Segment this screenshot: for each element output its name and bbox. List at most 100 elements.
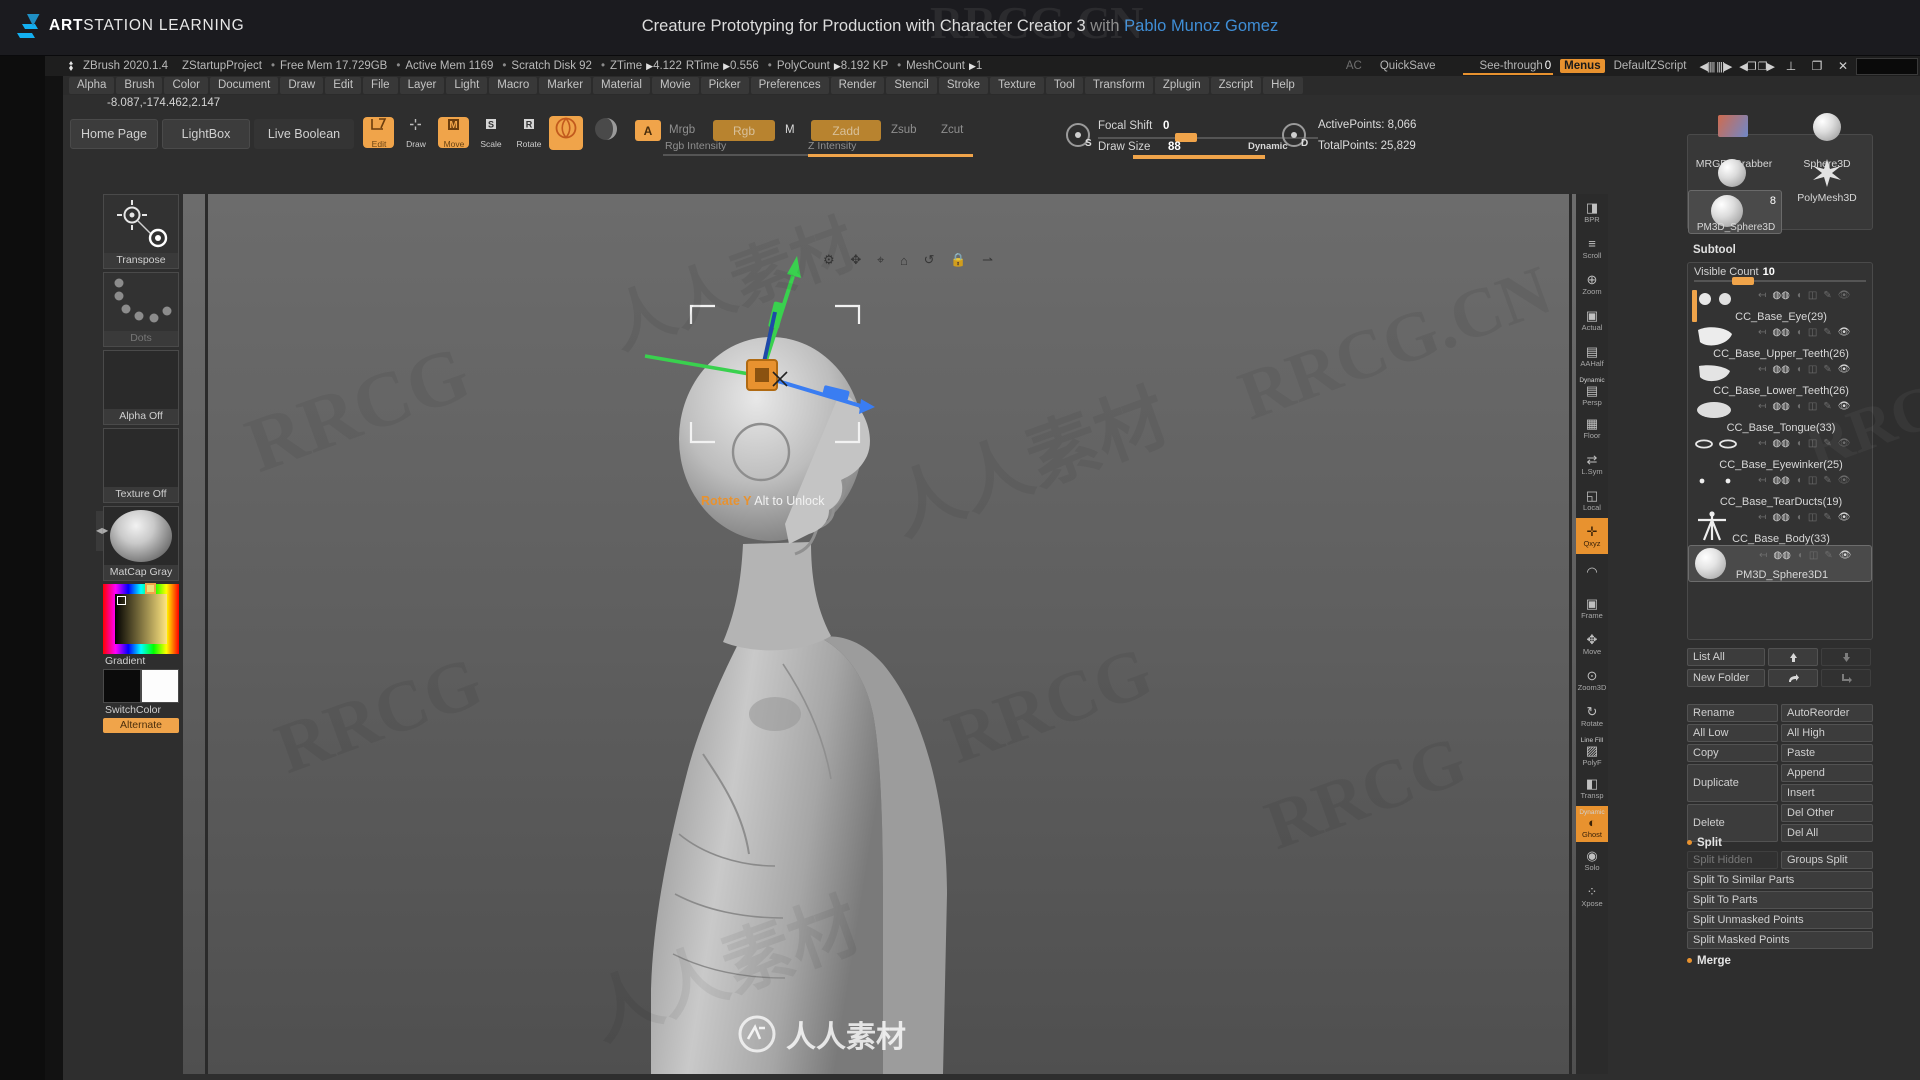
paint-arrow-icon[interactable]: ↤: [1758, 401, 1766, 412]
m-toggle[interactable]: M: [785, 124, 795, 136]
draw-size-value[interactable]: 88: [1168, 141, 1181, 153]
eye-icon[interactable]: 👁: [1838, 438, 1851, 449]
append-button[interactable]: Append: [1781, 764, 1873, 782]
gizmo-options-bar[interactable]: ⚙ ✥ ⌖ ⌂ ↺ 🔒 ⇀: [823, 249, 993, 271]
brush-icon[interactable]: ✎: [1823, 512, 1831, 523]
menu-item-layer[interactable]: Layer: [399, 77, 445, 94]
see-through-slider[interactable]: [1463, 73, 1553, 75]
rename-button[interactable]: Rename: [1687, 704, 1778, 722]
shade-icon[interactable]: ◖: [1796, 290, 1802, 301]
primary-color-swatch[interactable]: [103, 669, 141, 703]
menus-toggle[interactable]: Menus: [1560, 59, 1605, 73]
scroll-left-arrow-icon[interactable]: ◀|||| ||||▶: [1695, 60, 1735, 73]
rail-transp[interactable]: ◧ Transp: [1576, 770, 1608, 806]
rail-snap-icon[interactable]: ◠: [1576, 554, 1608, 590]
rail-persp[interactable]: Dynamic ▤ Persp: [1576, 374, 1608, 410]
polyframe-icon[interactable]: ◫: [1808, 438, 1817, 449]
shade-icon[interactable]: ◖: [1796, 438, 1802, 449]
dynamic-badge[interactable]: Dynamic: [1248, 141, 1288, 152]
menu-item-stroke[interactable]: Stroke: [938, 77, 989, 94]
ac-button[interactable]: AC: [1337, 60, 1371, 72]
see-through-value[interactable]: 0: [1545, 60, 1560, 72]
lock-icon[interactable]: 🔒: [950, 252, 966, 268]
rail-qxyz[interactable]: ✛ Qxyz: [1576, 518, 1608, 554]
all-high-button[interactable]: All High: [1781, 724, 1873, 742]
subtool-row[interactable]: ↤ ◍◍ ◖ ◫ ✎ 👁 CC_Base_Lower_Teeth(26): [1688, 360, 1872, 397]
rail-xpose[interactable]: ⁘ Xpose: [1576, 878, 1608, 914]
eye-icon[interactable]: 👁: [1838, 327, 1851, 338]
shade-icon[interactable]: ◖: [1796, 401, 1802, 412]
palette-collapse-handle[interactable]: ◀▶: [96, 511, 108, 551]
subtool-row[interactable]: ↤ ◍◍ ◖ ◫ ✎ 👁 CC_Base_Eye(29): [1688, 286, 1872, 323]
menu-item-render[interactable]: Render: [830, 77, 885, 94]
shade-icon[interactable]: ◖: [1797, 550, 1803, 561]
menu-item-help[interactable]: Help: [1263, 77, 1303, 94]
lightbox-button[interactable]: LightBox: [162, 119, 250, 149]
menu-item-document[interactable]: Document: [209, 77, 279, 94]
viewport-canvas[interactable]: ⚙ ✥ ⌖ ⌂ ↺ 🔒 ⇀ Rotate Y Alt to Unlock RRC…: [183, 194, 1576, 1074]
split-unmasked-points-button[interactable]: Split Unmasked Points: [1687, 911, 1873, 929]
paint-arrow-icon[interactable]: ↤: [1758, 475, 1766, 486]
rail-ghost[interactable]: Dynamic ◐ Ghost: [1576, 806, 1608, 842]
rail-zoom[interactable]: ⊕ Zoom: [1576, 266, 1608, 302]
menu-item-transform[interactable]: Transform: [1084, 77, 1153, 94]
palette-cell-material[interactable]: MatCap Gray: [103, 506, 179, 581]
paint-arrow-icon[interactable]: ↤: [1758, 290, 1766, 301]
move-down-button[interactable]: [1821, 648, 1871, 666]
home-page-button[interactable]: Home Page: [70, 119, 158, 149]
minimize-icon[interactable]: ⊥: [1778, 59, 1804, 73]
subtool-row[interactable]: ↤ ◍◍ ◖ ◫ ✎ 👁 CC_Base_Tongue(33): [1688, 397, 1872, 434]
paint-arrow-icon[interactable]: ↤: [1758, 438, 1766, 449]
autoreorder-button[interactable]: AutoReorder: [1781, 704, 1873, 722]
palette-cell-alpha[interactable]: Alpha Off: [103, 350, 179, 425]
split-section-header[interactable]: Split: [1687, 834, 1873, 851]
del-other-button[interactable]: Del Other: [1781, 804, 1873, 822]
rgb-intensity-slider[interactable]: [663, 154, 808, 156]
rail-bpr[interactable]: ◨ BPR: [1576, 194, 1608, 230]
z-intensity-slider[interactable]: [808, 154, 973, 157]
groups-split-button[interactable]: Groups Split: [1781, 851, 1873, 869]
list-all-button[interactable]: List All: [1687, 648, 1765, 666]
eye-icon[interactable]: 👁: [1838, 401, 1851, 412]
rail-actual[interactable]: ▣ Actual: [1576, 302, 1608, 338]
menu-item-picker[interactable]: Picker: [700, 77, 749, 94]
menu-item-draw[interactable]: Draw: [280, 77, 324, 94]
subtool-row[interactable]: ↤ ◍◍ ◖ ◫ ✎ 👁 CC_Base_Body(33): [1688, 508, 1872, 545]
zcut-toggle[interactable]: Zcut: [941, 124, 963, 136]
palette-cell-transpose[interactable]: Transpose: [103, 194, 179, 269]
color-wheel-icon[interactable]: [103, 583, 179, 654]
all-low-button[interactable]: All Low: [1687, 724, 1778, 742]
menu-item-file[interactable]: File: [363, 77, 398, 94]
menu-item-stencil[interactable]: Stencil: [886, 77, 937, 94]
brush-icon[interactable]: ✎: [1823, 438, 1831, 449]
palette-cell-stroke[interactable]: Dots: [103, 272, 179, 347]
polyframe-icon[interactable]: ◫: [1809, 550, 1818, 561]
eye-icon[interactable]: 👁: [1838, 512, 1851, 523]
rail-scroll[interactable]: ≡ Scroll: [1576, 230, 1608, 266]
brush-icon[interactable]: ✎: [1823, 327, 1831, 338]
menu-item-light[interactable]: Light: [446, 77, 488, 94]
menu-item-macro[interactable]: Macro: [489, 77, 538, 94]
color-swatches[interactable]: [103, 669, 179, 703]
visible-count-value[interactable]: 10: [1759, 266, 1775, 278]
tool-cell-polymesh3d[interactable]: PolyMesh3D: [1781, 157, 1873, 204]
paint-arrow-icon[interactable]: ↤: [1758, 364, 1766, 375]
live-boolean-button[interactable]: Live Boolean: [254, 119, 354, 149]
rail-aahalf[interactable]: ▤ AAHalf: [1576, 338, 1608, 374]
alpha-channel-toggle[interactable]: A: [635, 120, 661, 141]
menu-item-movie[interactable]: Movie: [651, 77, 699, 94]
split-hidden-button[interactable]: Split Hidden: [1687, 851, 1778, 869]
eye-icon[interactable]: 👁: [1838, 475, 1851, 486]
subtool-row[interactable]: ↤ ◍◍ ◖ ◫ ✎ 👁 PM3D_Sphere3D1: [1688, 545, 1872, 582]
quicksave-button[interactable]: QuickSave: [1371, 60, 1445, 72]
shade-icon[interactable]: ◖: [1796, 364, 1802, 375]
restore-icon[interactable]: ❐: [1804, 59, 1830, 73]
split-masked-points-button[interactable]: Split Masked Points: [1687, 931, 1873, 949]
visibility-dots-icon[interactable]: ◍◍: [1772, 438, 1789, 449]
duplicate-button[interactable]: Duplicate: [1687, 764, 1778, 802]
move-up-button[interactable]: [1768, 648, 1818, 666]
polyframe-icon[interactable]: ◫: [1808, 327, 1817, 338]
switch-color-label[interactable]: SwitchColor: [103, 703, 179, 718]
menu-item-edit[interactable]: Edit: [325, 77, 362, 94]
tool-cell-pm3d-sphere3d[interactable]: 8 PM3D_Sphere3D: [1688, 190, 1782, 234]
